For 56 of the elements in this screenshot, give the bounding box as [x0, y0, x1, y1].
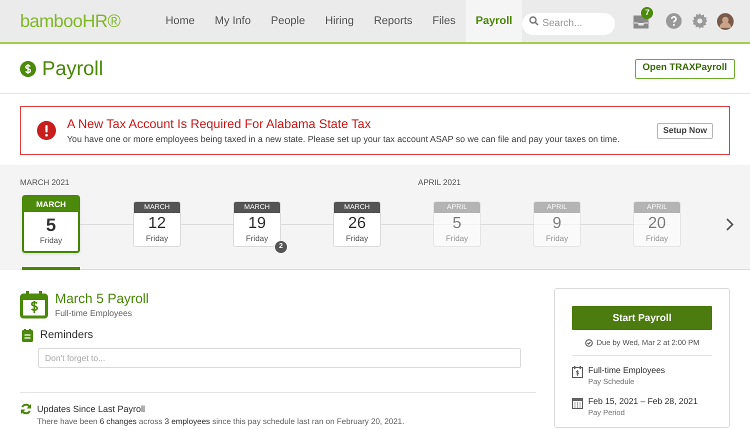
- selected-underline: [22, 267, 80, 270]
- settings-icon: [692, 13, 708, 29]
- start-payroll-button[interactable]: Start Payroll: [572, 306, 712, 330]
- day-number: 5: [46, 214, 56, 236]
- check-circle-icon: [584, 338, 593, 347]
- avatar-icon: [717, 12, 734, 30]
- nav-link[interactable]: Files: [422, 0, 466, 42]
- refresh-icon: [20, 403, 32, 416]
- day-number: 12: [148, 214, 166, 234]
- notepad-icon: [22, 328, 33, 342]
- weekday-label: Friday: [346, 234, 368, 244]
- search-field[interactable]: Search...: [522, 12, 616, 34]
- detail-value: Feb 15, 2021 – Feb 28, 2021: [588, 396, 698, 408]
- help-icon: [666, 13, 682, 29]
- nav-link[interactable]: Reports: [364, 0, 422, 42]
- dollar-icon: [20, 60, 36, 76]
- schedule-icon: [572, 366, 584, 378]
- alert-message: You have one or more employees being taxed in a new state. Please set up your tax account ASAP so we can file and pay your taxes on time.: [67, 132, 620, 146]
- notification-badge: 7: [641, 7, 654, 19]
- inbox-icon: [633, 15, 650, 29]
- open-traxpayroll-button[interactable]: Open TRAXPayroll: [634, 58, 735, 78]
- month-label: MARCH 2021: [20, 177, 70, 189]
- error-icon: [37, 121, 56, 140]
- weekday-label: Friday: [146, 234, 168, 244]
- day-number: 20: [648, 214, 666, 234]
- weekday-label: Friday: [40, 236, 62, 246]
- weekday-label: Friday: [446, 234, 468, 244]
- setup-now-button[interactable]: Setup Now: [657, 122, 713, 138]
- weekday-label: Friday: [546, 234, 568, 244]
- day-number: 19: [248, 214, 266, 234]
- day-number: 9: [552, 214, 562, 234]
- day-number: 26: [348, 214, 366, 234]
- payroll-title: March 5 Payroll: [55, 290, 149, 307]
- updates-text: There have been 6 changes across 3 employees since this pay schedule last ran on February 20, 2021.: [37, 416, 406, 428]
- nav-link[interactable]: Payroll: [466, 0, 522, 42]
- chevron-right-icon: [726, 218, 734, 230]
- detail-value: Full-time Employees: [588, 365, 666, 376]
- nav-link[interactable]: My Info: [204, 0, 261, 42]
- calendar-dollar-icon: [20, 290, 48, 318]
- nav-link[interactable]: Home: [155, 0, 205, 42]
- day-number: 5: [452, 214, 462, 234]
- month-header: MARCH: [24, 197, 78, 212]
- payroll-subtitle: Full-time Employees: [55, 307, 133, 319]
- nav-link[interactable]: People: [260, 0, 316, 42]
- reminders-heading: Reminders: [40, 328, 94, 343]
- search-icon: [529, 16, 540, 26]
- nav-link[interactable]: Hiring: [315, 0, 364, 42]
- calendar-icon: [572, 397, 584, 410]
- reminder-field[interactable]: Don't forget to...: [38, 348, 521, 368]
- weekday-label: Friday: [646, 234, 668, 244]
- date-card[interactable]: MARCH 5 Friday: [22, 195, 80, 253]
- alert-title: A New Tax Account Is Required For Alabama State Tax: [67, 116, 372, 132]
- updates-heading: Updates Since Last Payroll: [37, 402, 146, 416]
- month-label: APRIL 2021: [418, 177, 461, 189]
- weekday-label: Friday: [246, 234, 268, 244]
- page-title: Payroll: [42, 56, 104, 82]
